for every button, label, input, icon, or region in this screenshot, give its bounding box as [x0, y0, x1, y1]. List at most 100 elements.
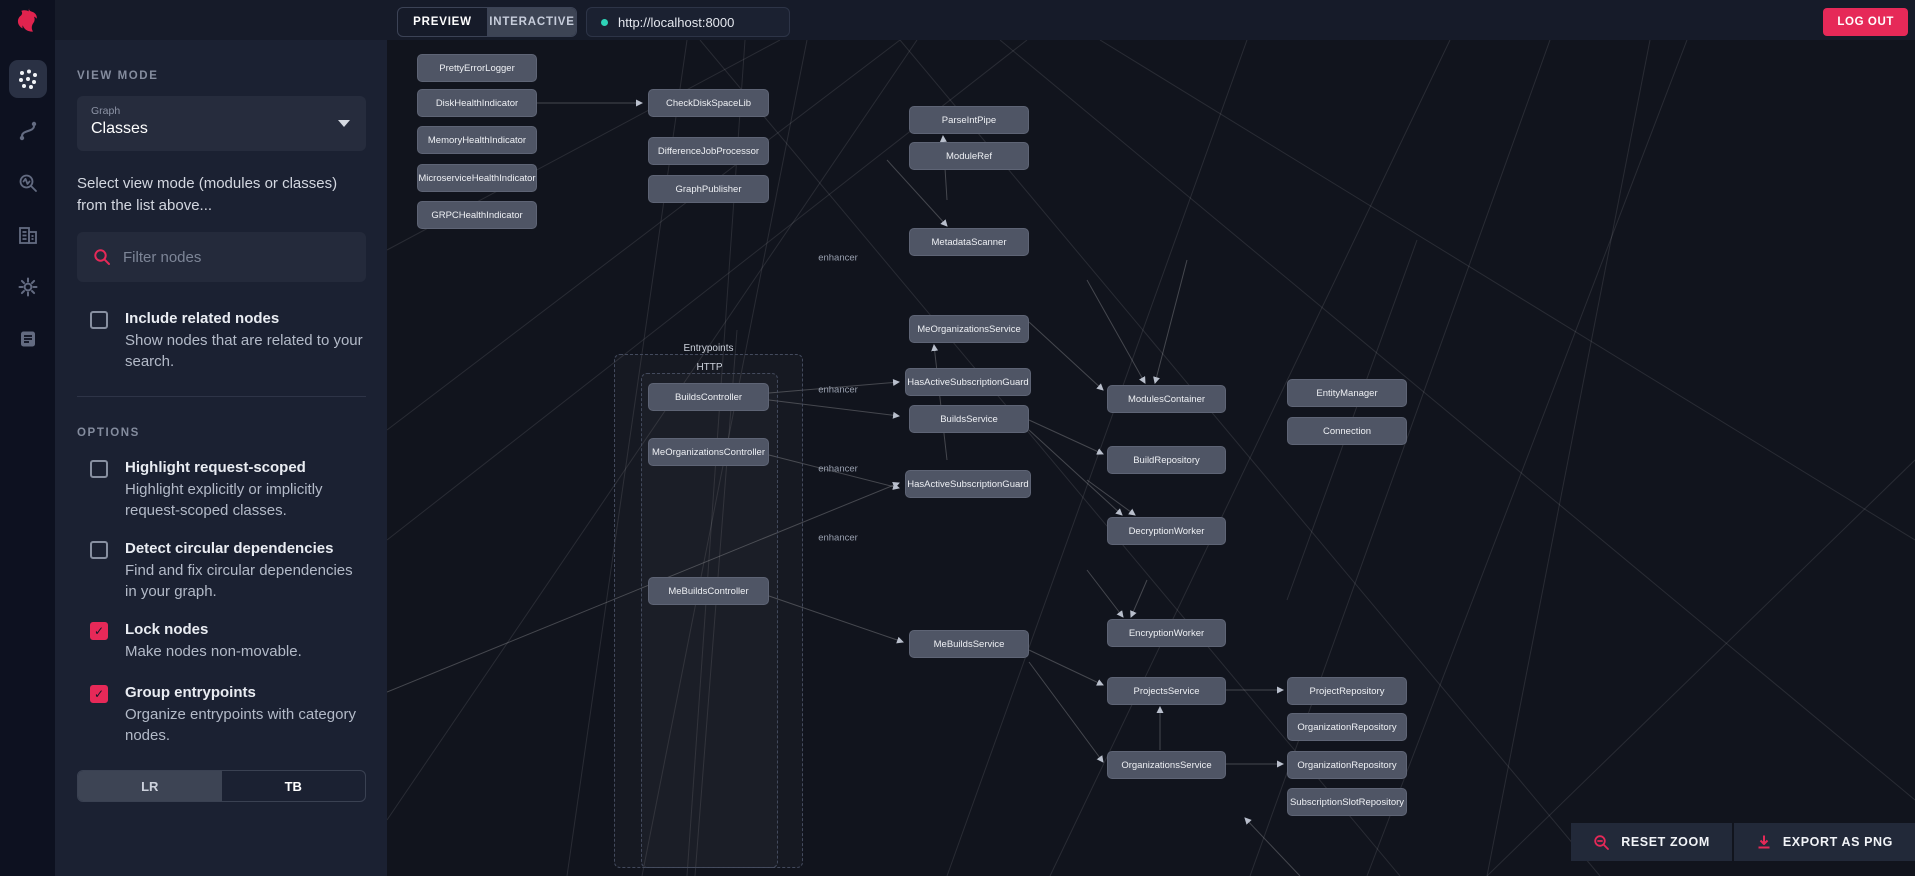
inspect-icon: [17, 172, 39, 194]
option-desc: Highlight explicitly or implicitly reque…: [125, 481, 323, 519]
graph-node[interactable]: SubscriptionSlotRepository: [1287, 788, 1407, 816]
sidebar: VIEW MODE Graph Classes Select view mode…: [55, 40, 387, 876]
direction-lr-button[interactable]: LR: [78, 771, 222, 801]
filter-nodes-box: [77, 232, 366, 282]
reset-zoom-button[interactable]: RESET ZOOM: [1571, 823, 1732, 861]
direction-tb-button[interactable]: TB: [222, 771, 366, 801]
options-heading: OPTIONS: [77, 427, 140, 439]
checkbox[interactable]: [90, 541, 108, 559]
option-group-entrypoints[interactable]: ✓ Group entrypoints Organize entrypoints w…: [90, 682, 366, 746]
icon-rail: [0, 0, 55, 876]
connection-status-dot: [601, 18, 608, 26]
option-desc: Organize entrypoints with category nodes…: [125, 706, 356, 744]
graph-node[interactable]: OrganizationRepository: [1287, 713, 1407, 741]
target-url: http://localhost:8000: [618, 14, 735, 30]
option-title: Include related nodes: [125, 310, 280, 327]
graph-node[interactable]: MicroserviceHealthIndicator: [417, 164, 537, 192]
rail-item-logs[interactable]: [9, 320, 47, 358]
graph-node[interactable]: BuildsService: [909, 405, 1029, 433]
graph-node[interactable]: MetadataScanner: [909, 228, 1029, 256]
graph-node[interactable]: MemoryHealthIndicator: [417, 126, 537, 154]
graph-node[interactable]: Connection: [1287, 417, 1407, 445]
option-highlight-request-scoped[interactable]: Highlight request-scoped Highlight explic…: [90, 457, 366, 521]
group-label: HTTP: [696, 362, 723, 373]
graph-node[interactable]: HasActiveSubscriptionGuard: [905, 470, 1031, 498]
option-title: Detect circular dependencies: [125, 540, 334, 557]
tab-preview[interactable]: PREVIEW: [398, 8, 487, 36]
graph-node[interactable]: EntityManager: [1287, 379, 1407, 407]
canvas-footer-buttons: RESET ZOOM EXPORT AS PNG: [1571, 823, 1915, 861]
graph-icon: [17, 68, 39, 90]
graph-select-label: Graph: [91, 105, 121, 117]
option-include-related-nodes[interactable]: Include related nodes Show nodes that ar…: [90, 308, 366, 372]
graph-node[interactable]: GRPCHealthIndicator: [417, 201, 537, 229]
log-out-button[interactable]: LOG OUT: [1823, 8, 1908, 36]
download-icon: [1756, 834, 1772, 850]
logs-icon: [17, 328, 39, 350]
view-mode-heading: VIEW MODE: [77, 70, 159, 82]
rail-item-inspect[interactable]: [9, 164, 47, 202]
option-title: Group entrypoints: [125, 684, 256, 701]
graph-node[interactable]: CheckDiskSpaceLib: [648, 89, 769, 117]
rail-item-settings[interactable]: [9, 268, 47, 306]
edge-label: enhancer: [818, 463, 858, 475]
edge-label: enhancer: [818, 384, 858, 396]
graph-node[interactable]: BuildRepository: [1107, 446, 1226, 474]
layout-direction-toggle: LR TB: [77, 770, 366, 802]
graph-node[interactable]: DiskHealthIndicator: [417, 89, 537, 117]
include-related-checkbox[interactable]: [90, 311, 108, 329]
graph-node[interactable]: MeBuildsController: [648, 577, 769, 605]
graph-select[interactable]: Graph Classes: [77, 96, 366, 151]
devtools-app: PREVIEW INTERACTIVE http://localhost:800…: [0, 0, 1915, 876]
graph-node[interactable]: OrganizationRepository: [1287, 751, 1407, 779]
graph-node[interactable]: EncryptionWorker: [1107, 619, 1226, 647]
top-bar: PREVIEW INTERACTIVE http://localhost:800…: [55, 0, 1915, 40]
settings-icon: [17, 276, 39, 298]
checkbox[interactable]: [90, 460, 108, 478]
rail-item-organization[interactable]: [9, 216, 47, 254]
graph-node[interactable]: ModuleRef: [909, 142, 1029, 170]
option-desc: Show nodes that are related to your sear…: [125, 332, 363, 370]
view-mode-description: Select view mode (modules or classes) fr…: [77, 175, 338, 214]
graph-node[interactable]: OrganizationsService: [1107, 751, 1226, 779]
graph-node[interactable]: MeOrganizationsService: [909, 315, 1029, 343]
export-as-png-button[interactable]: EXPORT AS PNG: [1733, 823, 1915, 861]
group-label: Entrypoints: [683, 343, 734, 354]
route-icon: [17, 120, 39, 142]
graph-node[interactable]: ParseIntPipe: [909, 106, 1029, 134]
graph-node[interactable]: ProjectRepository: [1287, 677, 1407, 705]
graph-canvas[interactable]: Entrypoints HTTP PrettyErrorLogger DiskHeal…: [387, 40, 1915, 876]
chevron-down-icon: [338, 120, 350, 127]
graph-node[interactable]: MeBuildsService: [909, 630, 1029, 658]
option-lock-nodes[interactable]: ✓ Lock nodes Make nodes non-movable.: [90, 619, 366, 662]
graph-node[interactable]: ProjectsService: [1107, 677, 1226, 705]
graph-node[interactable]: PrettyErrorLogger: [417, 54, 537, 82]
graph-node[interactable]: HasActiveSubscriptionGuard: [905, 368, 1031, 396]
graph-node[interactable]: ModulesContainer: [1107, 385, 1226, 413]
option-desc: Make nodes non-movable.: [125, 643, 302, 660]
graph-node[interactable]: DecryptionWorker: [1107, 517, 1226, 545]
tab-interactive[interactable]: INTERACTIVE: [487, 8, 576, 36]
target-url-field[interactable]: http://localhost:8000: [586, 7, 790, 37]
rail-item-graph[interactable]: [8, 60, 47, 98]
search-icon: [94, 249, 110, 265]
graph-node[interactable]: GraphPublisher: [648, 175, 769, 203]
checkbox[interactable]: ✓: [90, 622, 108, 640]
edge-label: enhancer: [818, 532, 858, 544]
graph-node[interactable]: MeOrganizationsController: [648, 438, 769, 466]
rail-item-route[interactable]: [9, 112, 47, 150]
graph-node[interactable]: BuildsController: [648, 383, 769, 411]
edge-label: enhancer: [818, 252, 858, 264]
option-desc: Find and fix circular dependencies in yo…: [125, 562, 353, 600]
magnifier-icon: [1593, 834, 1610, 851]
option-title: Lock nodes: [125, 621, 209, 638]
graph-node[interactable]: DifferenceJobProcessor: [648, 137, 769, 165]
filter-nodes-input[interactable]: [123, 248, 350, 266]
sidebar-divider: [77, 396, 366, 397]
nestjs-logo-icon: [11, 6, 43, 38]
organization-icon: [17, 224, 39, 246]
checkbox[interactable]: ✓: [90, 685, 108, 703]
option-detect-circular-dependencies[interactable]: Detect circular dependencies Find and fix…: [90, 538, 366, 602]
option-title: Highlight request-scoped: [125, 459, 306, 476]
graph-select-value: Classes: [91, 120, 148, 137]
